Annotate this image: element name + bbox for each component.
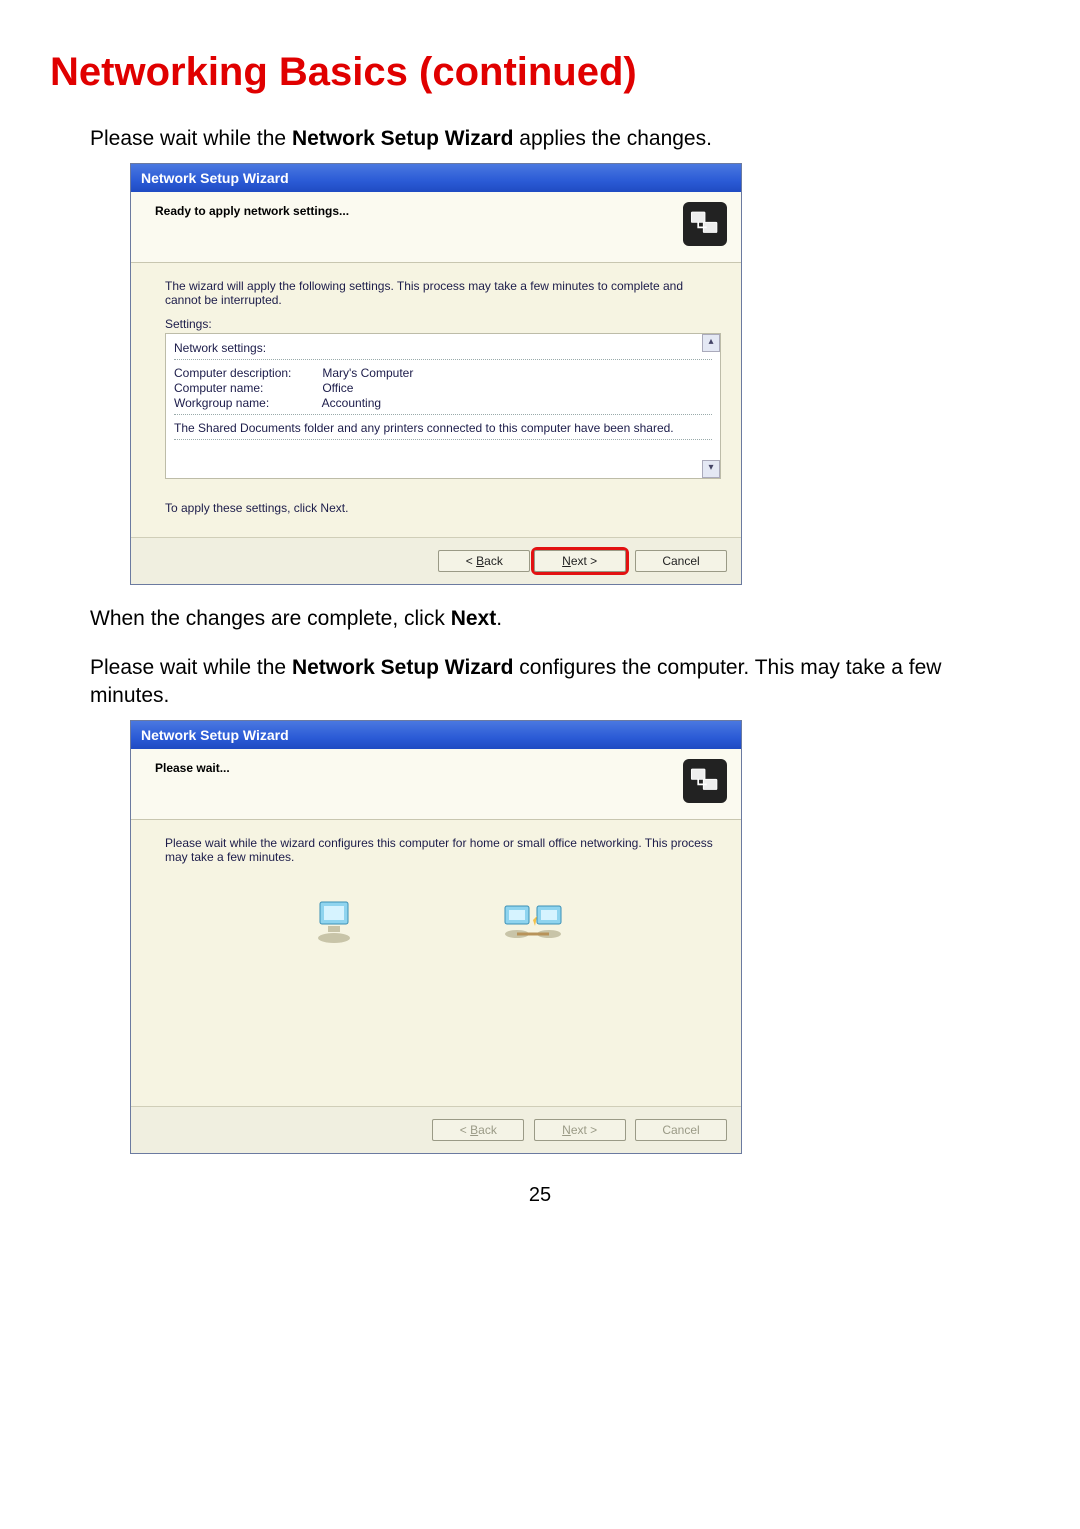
wizard-title: Network Setup Wizard <box>141 170 289 186</box>
mid-text-1: When the changes are complete, click Nex… <box>90 605 990 633</box>
wizard-title: Network Setup Wizard <box>141 727 289 743</box>
mid2-pre: Please wait while the <box>90 656 292 679</box>
row-value: Mary's Computer <box>322 366 413 380</box>
wizard-body: Please wait while the wizard configures … <box>131 820 741 1106</box>
wizard-body-text: The wizard will apply the following sett… <box>165 279 721 307</box>
next-button: Next > <box>534 1119 626 1141</box>
wizard-titlebar: Network Setup Wizard <box>131 164 741 192</box>
settings-label: Settings: <box>165 317 721 331</box>
settings-row: Computer description: Mary's Computer <box>174 366 712 380</box>
row-value: Office <box>322 381 353 395</box>
back-button: < Back <box>432 1119 524 1141</box>
wizard-header-title: Please wait... <box>155 759 230 775</box>
computer-icon <box>312 900 362 944</box>
wait-icons-row <box>165 900 721 944</box>
divider <box>174 439 712 440</box>
mid1-post: . <box>496 607 502 630</box>
page-number: 25 <box>50 1184 1030 1207</box>
divider <box>174 359 712 360</box>
computer-pair-icon <box>502 900 574 944</box>
wizard-body: The wizard will apply the following sett… <box>131 263 741 537</box>
network-wizard-icon <box>683 202 727 246</box>
settings-footer-text: The Shared Documents folder and any prin… <box>174 421 712 435</box>
scroll-up-icon[interactable]: ▴ <box>702 334 720 352</box>
row-label: Computer description: <box>174 366 319 380</box>
intro-post: applies the changes. <box>513 127 711 150</box>
intro-pre: Please wait while the <box>90 127 292 150</box>
cancel-button[interactable]: Cancel <box>635 550 727 572</box>
settings-row: Computer name: Office <box>174 381 712 395</box>
row-label: Workgroup name: <box>174 396 319 410</box>
settings-row: Workgroup name: Accounting <box>174 396 712 410</box>
cancel-button: Cancel <box>635 1119 727 1141</box>
mid1-pre: When the changes are complete, click <box>90 607 451 630</box>
scroll-down-icon[interactable]: ▾ <box>702 460 720 478</box>
settings-heading: Network settings: <box>174 341 712 355</box>
wizard-ready: Network Setup Wizard Ready to apply netw… <box>130 163 742 585</box>
intro-text: Please wait while the Network Setup Wiza… <box>90 125 990 153</box>
mid2-bold: Network Setup Wizard <box>292 656 514 679</box>
divider <box>174 414 712 415</box>
wizard-header: Ready to apply network settings... <box>131 192 741 263</box>
wizard-body-text: Please wait while the wizard configures … <box>165 836 721 864</box>
page-title: Networking Basics (continued) <box>50 50 1030 95</box>
mid-text-2: Please wait while the Network Setup Wiza… <box>90 654 990 711</box>
wizard-header: Please wait... <box>131 749 741 820</box>
mid1-bold: Next <box>451 607 497 630</box>
wizard-footer: < Back Next > Cancel <box>131 1106 741 1153</box>
back-button[interactable]: < Back <box>438 550 530 572</box>
row-label: Computer name: <box>174 381 319 395</box>
next-button-highlight: Next > <box>534 550 626 572</box>
settings-panel: ▴ Network settings: Computer description… <box>165 333 721 479</box>
apply-hint: To apply these settings, click Next. <box>165 501 721 515</box>
network-wizard-icon <box>683 759 727 803</box>
wizard-footer: < Back Next > Cancel <box>131 537 741 584</box>
next-button[interactable]: Next > <box>534 550 626 572</box>
intro-bold: Network Setup Wizard <box>292 127 514 150</box>
wizard-wait: Network Setup Wizard Please wait... Plea… <box>130 720 742 1154</box>
row-value: Accounting <box>322 396 381 410</box>
wizard-titlebar: Network Setup Wizard <box>131 721 741 749</box>
wizard-header-title: Ready to apply network settings... <box>155 202 349 218</box>
